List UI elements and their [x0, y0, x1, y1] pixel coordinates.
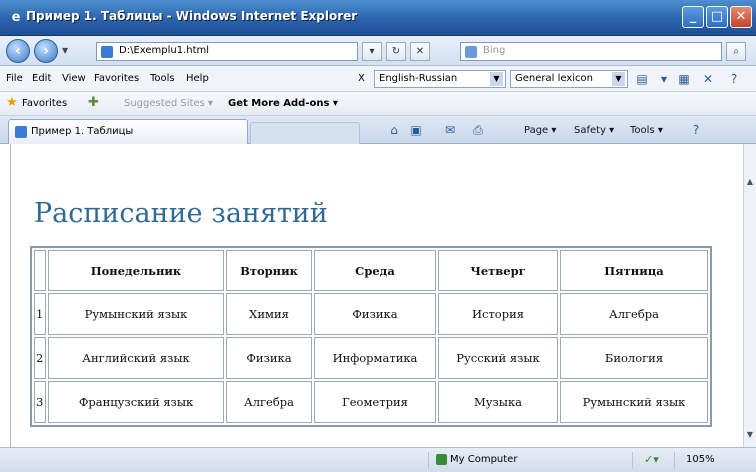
translate-close-button[interactable]: X: [358, 73, 365, 84]
options-dropdown-icon[interactable]: ▾: [656, 71, 672, 87]
menu-favorites[interactable]: Favorites: [94, 73, 139, 84]
table-cell: Французский язык: [48, 381, 224, 423]
page-icon: [101, 46, 113, 58]
menu-tools[interactable]: Tools: [150, 73, 175, 84]
page-menu[interactable]: Page ▾: [524, 125, 556, 136]
table-cell: Физика: [314, 293, 436, 335]
menu-edit[interactable]: Edit: [32, 73, 51, 84]
home-icon[interactable]: ⌂: [386, 122, 402, 138]
settings-tools-icon[interactable]: ✕: [700, 71, 716, 87]
read-mail-icon[interactable]: ✉: [442, 122, 458, 138]
recent-pages-dropdown-icon[interactable]: ▼: [62, 46, 68, 55]
address-bar[interactable]: D:\Exemplu1.html: [96, 42, 358, 61]
row-number: 1: [34, 293, 46, 335]
vertical-scrollbar[interactable]: ▲ ▼: [743, 144, 756, 447]
scroll-down-icon[interactable]: ▼: [744, 427, 756, 443]
table-header-blank: [34, 250, 46, 291]
print-icon[interactable]: ⎙: [470, 122, 486, 138]
dictionary-value: General lexicon: [515, 73, 593, 84]
feeds-icon[interactable]: ▣: [408, 122, 424, 138]
back-button[interactable]: ‹: [6, 39, 30, 63]
table-cell: Информатика: [314, 337, 436, 379]
chevron-down-icon: ▼: [612, 72, 625, 86]
scroll-up-icon[interactable]: ▲: [744, 174, 756, 190]
search-box[interactable]: Bing: [460, 42, 722, 61]
status-bar: My Computer ✓▾ 105%: [0, 447, 756, 472]
table-cell: Алгебра: [560, 293, 708, 335]
help-icon[interactable]: ?: [688, 122, 704, 138]
close-button[interactable]: ✕: [730, 6, 752, 28]
table-cell: Музыка: [438, 381, 558, 423]
refresh-button[interactable]: ↻: [386, 42, 406, 61]
dictionary-icon[interactable]: ▦: [676, 71, 692, 87]
menu-bar: File Edit View Favorites Tools Help X En…: [0, 66, 756, 92]
table-cell: Химия: [226, 293, 312, 335]
bing-icon: [465, 46, 477, 58]
tab-label: Пример 1. Таблицы: [31, 126, 134, 137]
table-cell: Физика: [226, 337, 312, 379]
table-header-monday: Понедельник: [48, 250, 224, 291]
chevron-down-icon: ▼: [490, 72, 503, 86]
table-header-tuesday: Вторник: [226, 250, 312, 291]
translation-direction-select[interactable]: English-Russian ▼: [374, 70, 506, 88]
table-header-friday: Пятница: [560, 250, 708, 291]
favorites-star-icon[interactable]: ★: [6, 95, 18, 110]
protected-mode-icon[interactable]: ✓▾: [644, 453, 659, 466]
translation-direction-value: English-Russian: [379, 73, 458, 84]
page-title: Расписание занятий: [34, 198, 328, 229]
table-cell: Алгебра: [226, 381, 312, 423]
favorites-button[interactable]: Favorites: [22, 98, 67, 109]
status-divider: [674, 452, 675, 469]
zoom-level[interactable]: 105%: [686, 454, 715, 465]
dictionary-select[interactable]: General lexicon ▼: [510, 70, 628, 88]
table-cell: Русский язык: [438, 337, 558, 379]
status-divider: [428, 452, 429, 469]
ie-logo-icon: e: [11, 10, 21, 25]
table-header-wednesday: Среда: [314, 250, 436, 291]
add-favorites-icon[interactable]: ✚: [88, 95, 99, 110]
stop-button[interactable]: ✕: [410, 42, 430, 61]
table-row: 2 Английский язык Физика Информатика Рус…: [34, 337, 708, 379]
table-cell: Английский язык: [48, 337, 224, 379]
my-computer-icon: [436, 454, 447, 465]
search-placeholder[interactable]: Bing: [483, 45, 505, 56]
maximize-button[interactable]: □: [706, 6, 728, 28]
search-button[interactable]: ⌕: [726, 42, 746, 61]
status-divider: [632, 452, 633, 469]
table-header-thursday: Четверг: [438, 250, 558, 291]
tab-bar: Пример 1. Таблицы ⌂ ▣ ✉ ⎙ Page ▾ Safety …: [0, 116, 756, 144]
window-title: Пример 1. Таблицы - Windows Internet Exp…: [26, 9, 358, 23]
forward-button[interactable]: ›: [34, 39, 58, 63]
security-zone: My Computer: [450, 454, 518, 465]
menu-help[interactable]: Help: [186, 73, 209, 84]
tab-current[interactable]: Пример 1. Таблицы: [8, 119, 248, 144]
get-addons-link[interactable]: Get More Add-ons ▾: [228, 98, 338, 109]
title-bar: e Пример 1. Таблицы - Windows Internet E…: [0, 0, 756, 36]
address-text[interactable]: D:\Exemplu1.html: [119, 45, 209, 56]
suggested-sites-link[interactable]: Suggested Sites ▾: [124, 98, 213, 109]
row-number: 2: [34, 337, 46, 379]
menu-view[interactable]: View: [62, 73, 86, 84]
favorites-bar: ★ Favorites ✚ Suggested Sites ▾ Get More…: [0, 92, 756, 116]
page-icon: [15, 126, 27, 138]
row-number: 3: [34, 381, 46, 423]
navigation-bar: ‹ › ▼ D:\Exemplu1.html ▾ ↻ ✕ Bing ⌕: [0, 36, 756, 66]
safety-menu[interactable]: Safety ▾: [574, 125, 614, 136]
tools-menu[interactable]: Tools ▾: [630, 125, 663, 136]
new-tab-button[interactable]: [250, 122, 360, 144]
table-cell: Биология: [560, 337, 708, 379]
table-cell: Румынский язык: [560, 381, 708, 423]
schedule-table: Понедельник Вторник Среда Четверг Пятниц…: [30, 246, 712, 427]
table-cell: Геометрия: [314, 381, 436, 423]
table-cell: Румынский язык: [48, 293, 224, 335]
menu-file[interactable]: File: [6, 73, 23, 84]
table-cell: История: [438, 293, 558, 335]
table-row: 3 Французский язык Алгебра Геометрия Муз…: [34, 381, 708, 423]
address-dropdown-button[interactable]: ▾: [362, 42, 382, 61]
translate-icon[interactable]: ▤: [634, 71, 650, 87]
table-row: 1 Румынский язык Химия Физика История Ал…: [34, 293, 708, 335]
help-icon[interactable]: ?: [726, 71, 742, 87]
minimize-button[interactable]: _: [682, 6, 704, 28]
